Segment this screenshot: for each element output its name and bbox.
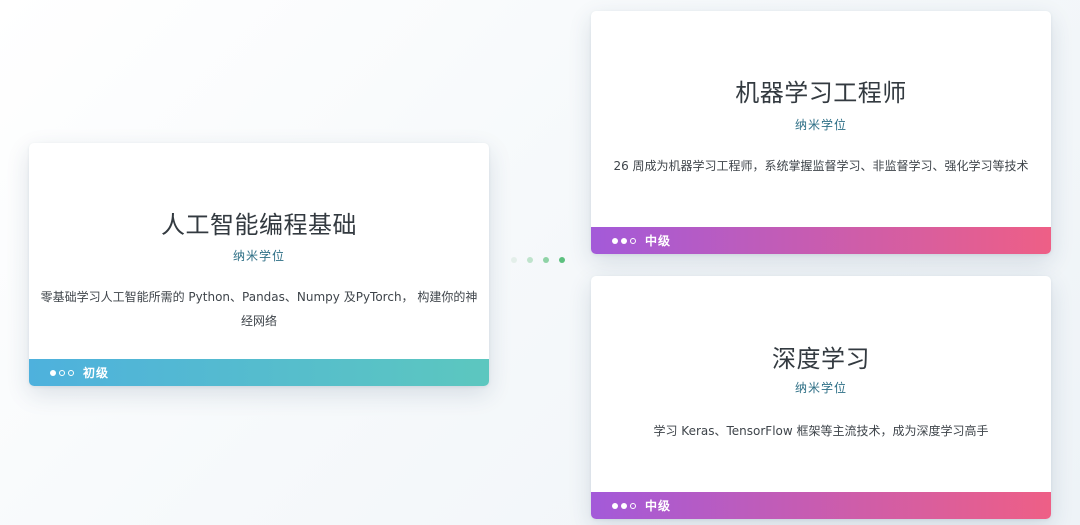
course-description: 26 周成为机器学习工程师，系统掌握监督学习、非监督学习、强化学习等技术 bbox=[613, 159, 1029, 173]
course-card-ai-programming-basics[interactable]: 人工智能编程基础 纳米学位 零基础学习人工智能所需的 Python、Pandas… bbox=[29, 143, 489, 386]
connector-dot bbox=[543, 257, 549, 263]
connector-dot bbox=[559, 257, 565, 263]
level-dot-empty bbox=[68, 369, 74, 376]
course-description: 零基础学习人工智能所需的 Python、Pandas、Numpy 及PyTorc… bbox=[40, 290, 478, 328]
level-dot-filled bbox=[612, 502, 618, 509]
connector-dots bbox=[511, 257, 565, 263]
level-dots-indicator bbox=[612, 502, 636, 509]
level-footer: 中级 bbox=[591, 227, 1051, 254]
level-dot-empty bbox=[59, 369, 65, 376]
level-label: 中级 bbox=[645, 234, 672, 248]
course-subtitle: 纳米学位 bbox=[232, 249, 285, 263]
level-dot-filled bbox=[621, 502, 627, 509]
course-subtitle: 纳米学位 bbox=[794, 381, 847, 395]
connector-dot bbox=[527, 257, 533, 263]
level-dot-filled bbox=[612, 237, 618, 244]
level-dots-indicator bbox=[50, 369, 74, 376]
level-dot-filled bbox=[621, 237, 627, 244]
connector-dot bbox=[511, 257, 517, 263]
course-description: 学习 Keras、TensorFlow 框架等主流技术，成为深度学习高手 bbox=[653, 424, 989, 438]
course-card-machine-learning-engineer[interactable]: 机器学习工程师 纳米学位 26 周成为机器学习工程师，系统掌握监督学习、非监督学… bbox=[591, 11, 1051, 254]
level-dot-filled bbox=[50, 369, 56, 376]
level-dots-indicator bbox=[612, 237, 636, 244]
level-dot-empty bbox=[630, 237, 636, 244]
course-subtitle: 纳米学位 bbox=[794, 118, 847, 132]
level-footer: 中级 bbox=[591, 492, 1051, 519]
level-footer: 初级 bbox=[29, 359, 489, 386]
course-card-deep-learning[interactable]: 深度学习 纳米学位 学习 Keras、TensorFlow 框架等主流技术，成为… bbox=[591, 276, 1051, 519]
course-title: 人工智能编程基础 bbox=[161, 211, 357, 239]
course-title: 深度学习 bbox=[772, 345, 870, 373]
course-title: 机器学习工程师 bbox=[735, 79, 907, 107]
level-dot-empty bbox=[630, 502, 636, 509]
level-label: 中级 bbox=[645, 499, 672, 513]
level-label: 初级 bbox=[83, 366, 110, 380]
